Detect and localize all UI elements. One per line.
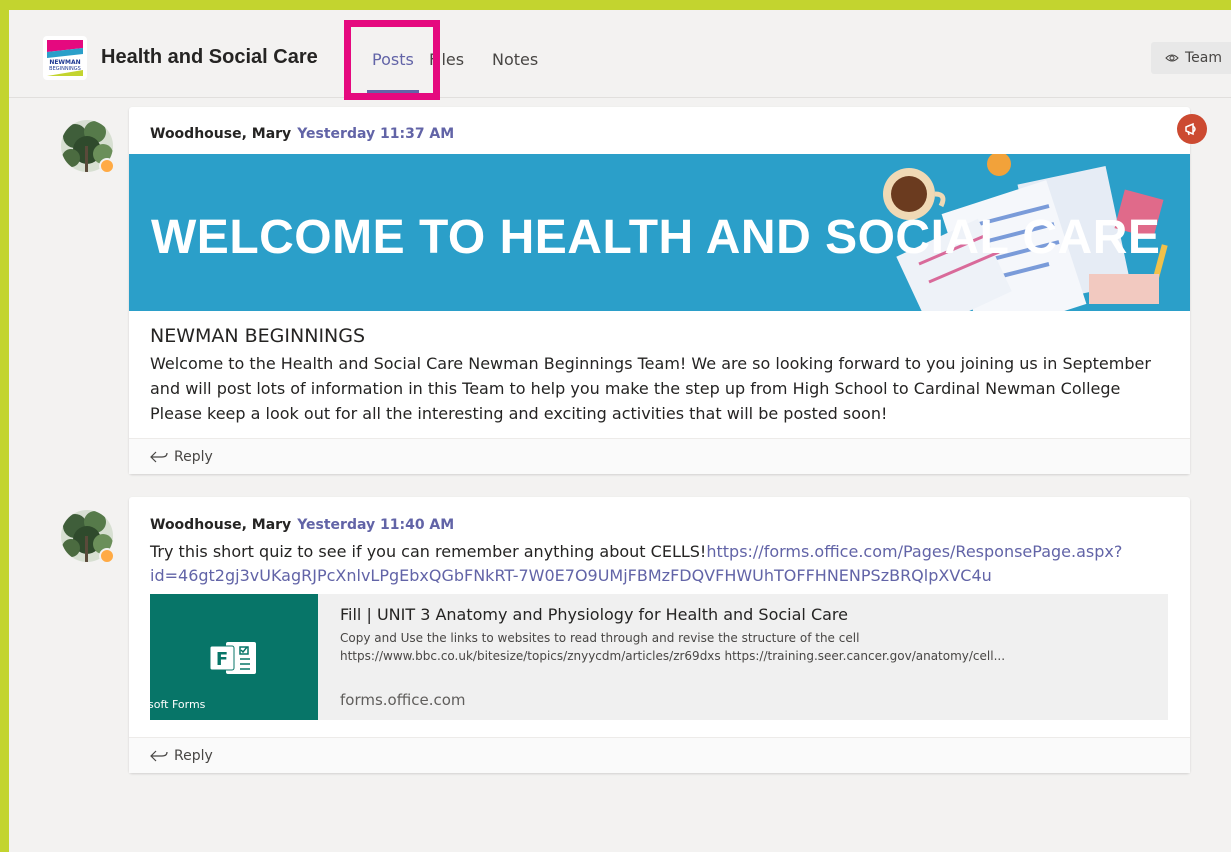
announcement-icon [1177, 114, 1207, 144]
teams-window: NEWMAN BEGINNINGS Health and Social Care… [9, 10, 1231, 852]
post-card: Woodhouse, Mary Yesterday 11:40 AM Try th… [129, 497, 1190, 773]
eye-icon [1165, 54, 1179, 62]
post-body-line: Welcome to the Health and Social Care Ne… [150, 354, 1151, 373]
post-timestamp: Yesterday 11:40 AM [297, 517, 455, 533]
team-name: Health and Social Care [101, 46, 318, 68]
channel-header: NEWMAN BEGINNINGS Health and Social Care… [9, 10, 1231, 100]
team-logo-icon[interactable]: NEWMAN BEGINNINGS [43, 36, 87, 80]
tab-notes[interactable]: Notes [492, 50, 538, 69]
svg-text:F: F [216, 649, 228, 670]
preview-desc-line: https://www.bbc.co.uk/bitesize/topics/zn… [340, 649, 1006, 663]
post-timestamp: Yesterday 11:37 AM [297, 126, 455, 142]
reply-arrow-icon [150, 750, 168, 761]
post-body-line: Please keep a look out for all the inter… [150, 404, 888, 423]
post-body: Try this short quiz to see if you can re… [150, 540, 1180, 588]
post-title: NEWMAN BEGINNINGS [150, 325, 366, 347]
forms-thumbnail: F soft Forms [150, 594, 318, 720]
quiz-link[interactable]: https://forms.office.com/Pages/ResponseP… [706, 542, 1122, 561]
post-card: Woodhouse, Mary Yesterday 11:37 AM WELCO… [129, 107, 1190, 474]
team-button-label: Team [1185, 50, 1223, 66]
post-body-line: and will post lots of information in thi… [150, 379, 1121, 398]
post-text: Try this short quiz to see if you can re… [150, 542, 707, 561]
microsoft-forms-icon: F [209, 642, 256, 674]
quiz-link-continued[interactable]: id=46gt2gj3vUKagRJPcXnlvLPgEbxQGbFNkRT-7… [150, 564, 1180, 588]
svg-text:NEWMAN: NEWMAN [49, 59, 80, 66]
svg-text:BEGINNINGS: BEGINNINGS [49, 66, 81, 72]
status-away-icon [99, 158, 115, 174]
reply-arrow-icon [150, 451, 168, 462]
reply-label: Reply [174, 747, 213, 764]
reply-button[interactable]: Reply [129, 737, 1190, 773]
preview-title[interactable]: Fill | UNIT 3 Anatomy and Physiology for… [340, 605, 848, 624]
reply-button[interactable]: Reply [129, 438, 1190, 474]
banner-heading: WELCOME TO HEALTH AND SOCIAL CARE [151, 211, 1161, 264]
reply-label: Reply [174, 448, 213, 465]
thumbnail-label: soft Forms [150, 698, 206, 711]
preview-desc-line: Copy and Use the links to websites to re… [340, 631, 860, 645]
highlight-annotation-box [344, 20, 440, 100]
team-button[interactable]: Team [1151, 42, 1231, 74]
link-preview-card[interactable]: F soft Forms Fill | UNIT 3 Anatomy and P… [150, 594, 1168, 720]
preview-description: Copy and Use the links to websites to re… [340, 629, 1005, 665]
post-body: Welcome to the Health and Social Care Ne… [150, 351, 1185, 426]
status-away-icon [99, 548, 115, 564]
post-author[interactable]: Woodhouse, Mary [150, 517, 291, 533]
preview-domain: forms.office.com [340, 691, 466, 709]
welcome-banner: WELCOME TO HEALTH AND SOCIAL CARE [129, 154, 1190, 311]
post-author[interactable]: Woodhouse, Mary [150, 126, 291, 142]
